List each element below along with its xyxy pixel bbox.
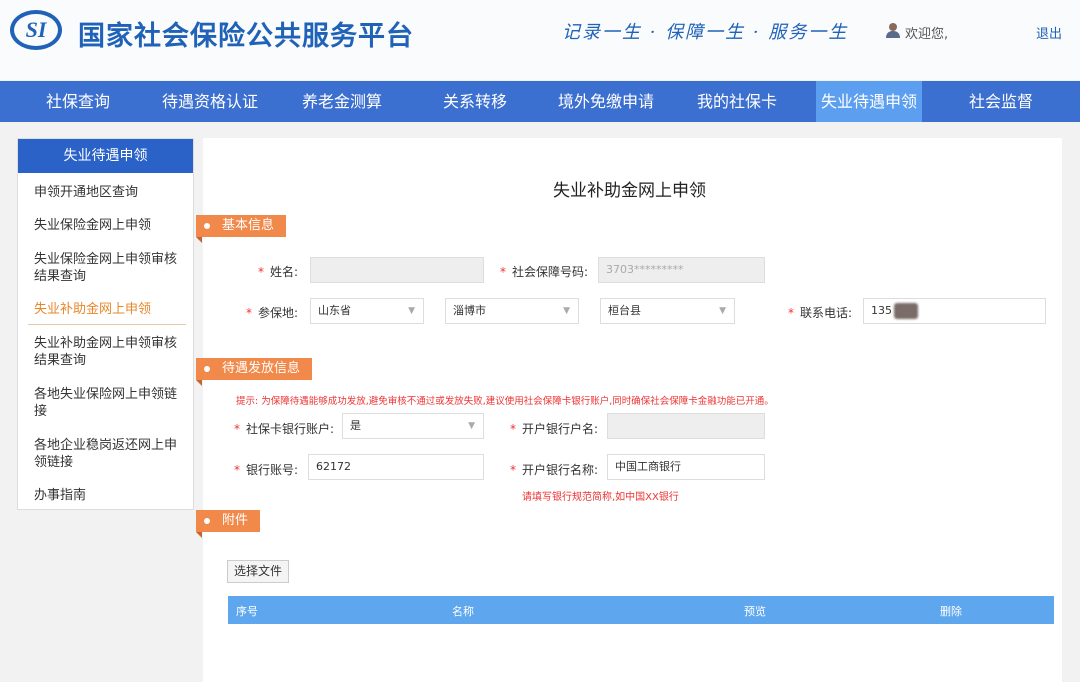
section-basic-info: 基本信息 <box>196 215 287 243</box>
sidebar-item-local-links[interactable]: 各地失业保险网上申领链接 <box>34 386 184 420</box>
chevron-down-icon: ▼ <box>468 421 475 431</box>
divider <box>28 324 186 325</box>
nav-pension-calculation[interactable]: 养老金测算 <box>290 81 394 122</box>
ssn-label: * 社会保障号码: <box>500 265 589 279</box>
main-nav: 社保查询 待遇资格认证 养老金测算 关系转移 境外免缴申请 我的社保卡 失业待遇… <box>0 81 1080 122</box>
phone-field[interactable]: 135 <box>863 298 1046 324</box>
slogan: 记录一生 · 保障一生 · 服务一生 <box>562 22 849 43</box>
site-title[interactable]: 国家社会保险公共服务平台 <box>78 14 414 53</box>
user-icon <box>886 23 900 38</box>
sidebar-item-insurance-apply[interactable]: 失业保险金网上申领 <box>34 217 184 234</box>
account-no-field[interactable]: 62172 <box>308 454 484 480</box>
chevron-down-icon: ▼ <box>719 306 726 316</box>
sidebar-item-stabilization-links[interactable]: 各地企业稳岗返还网上申领链接 <box>34 437 184 471</box>
chevron-down-icon: ▼ <box>563 306 570 316</box>
bank-name-field[interactable]: 中国工商银行 <box>607 454 765 480</box>
sidebar-item-region-query[interactable]: 申领开通地区查询 <box>34 184 184 201</box>
section-attachment: 附件 <box>196 510 261 538</box>
attachment-table-header: 序号 名称 预览 删除 <box>228 596 1054 624</box>
name-field[interactable] <box>310 257 484 283</box>
name-label: * 姓名: <box>258 265 299 279</box>
logout-link[interactable]: 退出 <box>1036 23 1062 42</box>
ssn-field[interactable]: 3703********* <box>598 257 765 283</box>
bank-name-label: * 开户银行名称: <box>510 463 599 477</box>
nav-social-supervision[interactable]: 社会监督 <box>954 81 1048 122</box>
column-header-delete: 删除 <box>940 605 962 618</box>
sidebar-item-insurance-result[interactable]: 失业保险金网上申领审核结果查询 <box>34 251 184 285</box>
nav-eligibility-certification[interactable]: 待遇资格认证 <box>150 81 270 122</box>
nav-social-insurance-query[interactable]: 社保查询 <box>30 81 126 122</box>
column-header-preview: 预览 <box>744 605 766 618</box>
region-label: * 参保地: <box>246 306 299 320</box>
sidebar-item-guide[interactable]: 办事指南 <box>34 487 184 504</box>
city-select[interactable]: 淄博市 ▼ <box>445 298 579 324</box>
account-name-label: * 开户银行户名: <box>510 422 599 436</box>
nav-overseas-exemption[interactable]: 境外免缴申请 <box>548 81 664 122</box>
choose-file-button[interactable]: 选择文件 <box>227 560 289 583</box>
sidebar: 失业待遇申领 申领开通地区查询 失业保险金网上申领 失业保险金网上申领审核结果查… <box>17 138 194 510</box>
section-payment-info: 待遇发放信息 <box>196 358 313 386</box>
nav-my-card[interactable]: 我的社保卡 <box>686 81 788 122</box>
redaction <box>894 303 918 319</box>
bank-name-hint: 请填写银行规范简称,如中国XX银行 <box>522 492 679 503</box>
form-title: 失业补助金网上申领 <box>553 181 706 201</box>
chevron-down-icon: ▼ <box>408 306 415 316</box>
nav-unemployment-benefits[interactable]: 失业待遇申领 <box>816 81 922 122</box>
nav-transfer[interactable]: 关系转移 <box>430 81 520 122</box>
card-account-select[interactable]: 是 ▼ <box>342 413 484 439</box>
column-header-name: 名称 <box>452 605 474 618</box>
column-header-index: 序号 <box>236 605 258 618</box>
si-logo: SI <box>10 10 62 50</box>
account-name-field[interactable] <box>607 413 765 439</box>
account-no-label: * 银行账号: <box>234 463 299 477</box>
province-select[interactable]: 山东省 ▼ <box>310 298 424 324</box>
welcome-text: 欢迎您, <box>905 27 949 42</box>
county-select[interactable]: 桓台县 ▼ <box>600 298 735 324</box>
card-account-label: * 社保卡银行账户: <box>234 422 335 436</box>
sidebar-item-subsidy-result[interactable]: 失业补助金网上申领审核结果查询 <box>34 335 184 369</box>
phone-label: * 联系电话: <box>788 306 853 320</box>
sidebar-title: 失业待遇申领 <box>18 139 193 173</box>
payment-hint: 提示: 为保障待遇能够成功发放,避免审核不通过或发放失败,建议使用社会保障卡银行… <box>236 396 774 407</box>
sidebar-item-subsidy-apply[interactable]: 失业补助金网上申领 <box>34 301 184 318</box>
